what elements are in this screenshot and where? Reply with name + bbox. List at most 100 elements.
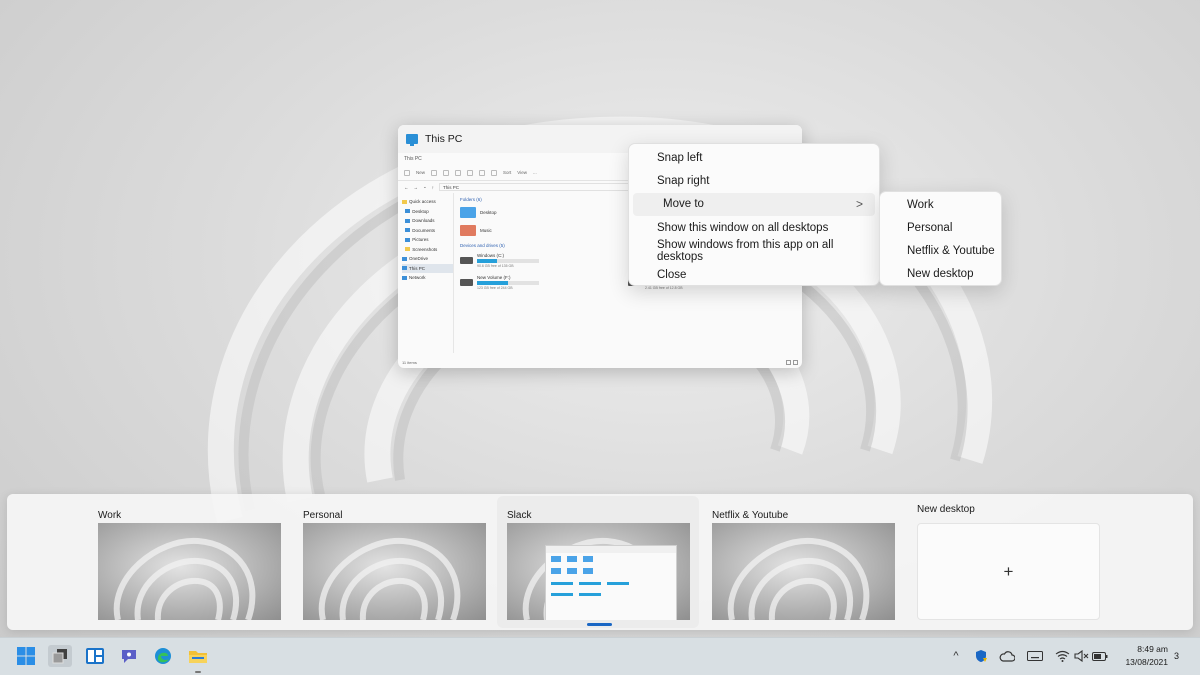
drive-item: Windows (C:)90.6 GB free of 135 GB: [460, 251, 628, 269]
drive-item: New Volume (F:) 123 GB free of 244 GB: [460, 273, 628, 291]
wallpaper-thumbnail: [712, 523, 895, 620]
battery-icon: [1092, 652, 1108, 661]
mini-folder-icon: [551, 556, 561, 562]
menu-item-close[interactable]: Close: [633, 263, 875, 286]
download-icon: [405, 219, 410, 223]
toolbar-more: ...: [533, 170, 537, 175]
submenu-item-new-desktop[interactable]: New desktop: [884, 262, 997, 285]
file-explorer-icon: [189, 648, 207, 664]
star-icon: [402, 200, 407, 204]
submenu-label: Netflix & Youtube: [907, 245, 995, 257]
start-button[interactable]: [14, 645, 38, 667]
toolbar-view: View: [517, 170, 527, 175]
nav-label: Downloads: [412, 218, 434, 223]
mini-folder-icon: [551, 568, 561, 574]
preview-title: This PC: [425, 133, 462, 145]
shield-icon: [974, 649, 988, 663]
desktop-slack[interactable]: Slack: [507, 510, 531, 523]
nav-label: Quick access: [409, 199, 436, 204]
volume-tray-button[interactable]: [1073, 646, 1089, 666]
mini-folder-icon: [567, 568, 577, 574]
cut-icon: [431, 170, 437, 176]
mini-window-preview: [545, 545, 677, 620]
mini-window-row: [546, 553, 676, 565]
menu-item-move-to[interactable]: Move to>: [633, 193, 875, 216]
nav-downloads: Downloads: [402, 216, 453, 226]
folder-icon: [460, 207, 476, 218]
desktop-thumbnail[interactable]: [98, 523, 281, 620]
drive-usage-fill: [477, 259, 497, 263]
clock-button[interactable]: 8:49 am 13/08/2021: [1110, 643, 1168, 669]
desktop-netflix-youtube[interactable]: Netflix & Youtube: [712, 510, 788, 523]
plus-icon: +: [1004, 562, 1014, 582]
submenu-label: Work: [907, 199, 934, 211]
menu-label: Close: [657, 269, 686, 281]
desktop-thumbnail[interactable]: [303, 523, 486, 620]
edge-button[interactable]: [151, 645, 175, 667]
submenu-label: New desktop: [907, 268, 973, 280]
task-view-icon: [52, 648, 68, 664]
new-desktop-button[interactable]: +: [917, 523, 1100, 620]
desktop-personal[interactable]: Personal: [303, 510, 342, 523]
mini-drive-bar: [551, 582, 573, 585]
wallpaper-thumbnail: [303, 523, 486, 620]
folder-label: Desktop: [480, 210, 497, 215]
security-tray-button[interactable]: [972, 646, 990, 666]
copy-icon: [443, 170, 449, 176]
submenu-item-personal[interactable]: Personal: [884, 217, 997, 240]
menu-item-show-window-all-desktops[interactable]: Show this window on all desktops: [633, 216, 875, 239]
widgets-button[interactable]: [83, 645, 107, 667]
rename-icon: [467, 170, 473, 176]
file-explorer-button[interactable]: [186, 645, 210, 667]
show-hidden-icons-button[interactable]: ^: [948, 646, 964, 666]
keyboard-icon: [1027, 651, 1043, 661]
wifi-icon: [1055, 650, 1070, 662]
toolbar-sort: Sort: [503, 170, 511, 175]
nav-label: Documents: [412, 228, 435, 233]
drive-free: 123 GB free of 244 GB: [477, 286, 539, 290]
menu-label: Snap right: [657, 175, 709, 187]
new-desktop-label: New desktop: [917, 504, 975, 517]
drive-usage-bar: [477, 281, 539, 285]
cloud-icon: [402, 257, 407, 261]
teams-chat-button[interactable]: [117, 645, 141, 667]
submenu-item-work[interactable]: Work: [884, 194, 997, 217]
cloud-icon: [999, 651, 1015, 662]
nav-label: OneDrive: [409, 256, 428, 261]
menu-label: Show this window on all desktops: [657, 222, 828, 234]
menu-item-snap-left[interactable]: Snap left: [633, 146, 875, 169]
menu-item-snap-right[interactable]: Snap right: [633, 169, 875, 192]
drive-free: 2.41 GB free of 12.8 GB: [645, 286, 707, 290]
task-view-button[interactable]: [48, 645, 72, 667]
address-text: This PC: [443, 185, 459, 190]
keyboard-tray-button[interactable]: [1026, 646, 1044, 666]
desktop-thumbnail[interactable]: [507, 523, 690, 620]
submenu-label: Personal: [907, 222, 952, 234]
nav-desktop: Desktop: [402, 207, 453, 217]
nav-network: Network: [402, 273, 453, 283]
nav-label: This PC: [409, 266, 425, 271]
onedrive-tray-button[interactable]: [998, 646, 1016, 666]
desktop-label: Work: [98, 510, 121, 523]
notification-count-badge[interactable]: 3: [1174, 651, 1179, 661]
desktop-icon: [405, 209, 410, 213]
paste-icon: [455, 170, 461, 176]
details-view-icon: [786, 360, 791, 365]
desktop-work[interactable]: Work: [98, 510, 121, 523]
nav-label: Screenshots: [412, 247, 437, 252]
nav-onedrive: OneDrive: [402, 254, 453, 264]
new-icon: [404, 170, 410, 176]
battery-tray-button[interactable]: [1092, 646, 1108, 666]
desktop-thumbnail[interactable]: [712, 523, 895, 620]
drive-icon: [460, 257, 473, 264]
folder-label: Music: [480, 228, 492, 233]
toolbar-new: New: [416, 170, 425, 175]
pictures-icon: [405, 238, 410, 242]
nav-label: Pictures: [412, 237, 428, 242]
submenu-item-netflix-youtube[interactable]: Netflix & Youtube: [884, 240, 997, 263]
mini-drive-bar: [579, 582, 601, 585]
wifi-tray-button[interactable]: [1054, 646, 1070, 666]
network-icon: [402, 276, 407, 280]
menu-item-show-app-all-desktops[interactable]: Show windows from this app on all deskto…: [633, 240, 875, 263]
drive-name: New Volume (F:): [477, 275, 539, 280]
